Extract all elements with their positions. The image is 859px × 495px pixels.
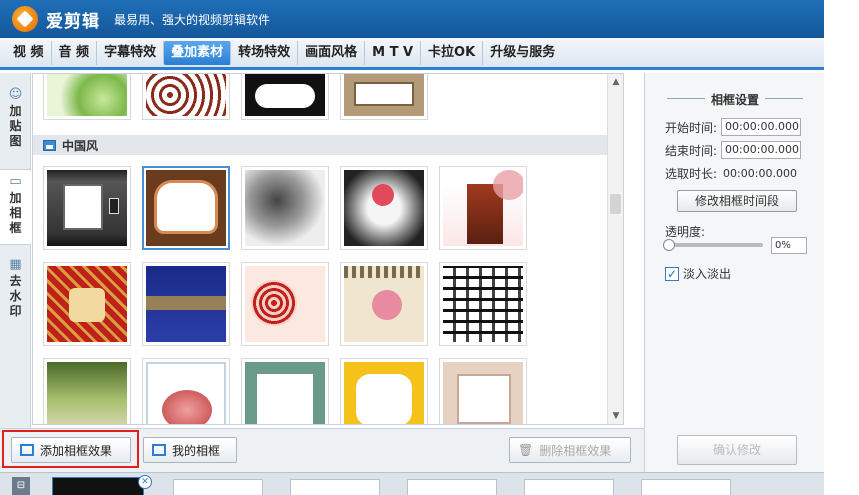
watermark-icon: ▦ xyxy=(9,257,22,272)
sidetab-watermark[interactable]: ▦ 去水印 xyxy=(0,257,31,327)
opacity-slider[interactable] xyxy=(663,239,763,251)
app-title: 爱剪辑 xyxy=(46,11,100,32)
tab-picture-style[interactable]: 画面风格 xyxy=(298,40,366,65)
timeline-slot[interactable] xyxy=(524,479,614,495)
start-time-label: 开始时间: xyxy=(665,120,718,135)
frame-gallery: 中国风 ✥ ▲ ▼ xyxy=(32,73,624,425)
tab-subtitle-effects[interactable]: 字幕特效 xyxy=(97,40,165,65)
frame-thumbnail[interactable] xyxy=(43,74,131,120)
confirm-modify-button[interactable]: 确认修改 xyxy=(677,435,797,465)
frame-settings-panel: 相框设置 开始时间: 00:00:00.000 结束时间: 00:00:00.0… xyxy=(644,73,824,472)
scroll-up-icon[interactable]: ▲ xyxy=(608,74,623,90)
end-time-row: 结束时间: 00:00:00.000 xyxy=(665,141,802,159)
sidetab-sticker-label: 加贴图 xyxy=(9,104,22,148)
delete-frame-button[interactable]: 🗑 删除相框效果 xyxy=(509,437,631,463)
trash-icon: 🗑 xyxy=(518,443,534,457)
frame-thumbnail[interactable] xyxy=(439,166,527,250)
frame-thumbnail[interactable] xyxy=(439,358,527,424)
timeline-strip: ⊟ ✕ xyxy=(0,472,824,495)
fade-checkbox[interactable]: ✓ xyxy=(665,266,679,281)
timeline-slot[interactable] xyxy=(173,479,263,495)
frame-thumbnail[interactable] xyxy=(340,358,428,424)
sticker-icon: ☺ xyxy=(8,87,23,102)
opacity-label: 透明度: xyxy=(665,225,706,239)
scroll-thumb[interactable] xyxy=(610,194,621,214)
opacity-row: 透明度: xyxy=(665,223,705,240)
tab-mtv[interactable]: M T V xyxy=(365,40,422,65)
fade-row[interactable]: ✓ 淡入淡出 xyxy=(665,265,731,282)
sidetab-watermark-label: 去水印 xyxy=(9,274,22,318)
frame-thumbnail[interactable] xyxy=(142,74,230,120)
frame-thumbnail[interactable] xyxy=(241,358,329,424)
main-menu: 视 频 音 频 字幕特效 叠加素材 转场特效 画面风格 M T V 卡拉OK 升… xyxy=(0,38,824,70)
tab-overlay-materials[interactable]: 叠加素材 xyxy=(164,40,232,65)
app-subtitle: 最易用、强大的视频剪辑软件 xyxy=(114,12,271,27)
highlight-box xyxy=(2,430,139,468)
category-header: 中国风 ✥ xyxy=(33,135,623,155)
my-frames-label: 我的相框 xyxy=(172,443,221,458)
outside-area xyxy=(824,0,859,495)
timeline-slot[interactable] xyxy=(407,479,497,495)
frame-thumbnail[interactable] xyxy=(142,358,230,424)
frame-thumbnail[interactable] xyxy=(340,262,428,346)
frame-thumbnail-selected[interactable] xyxy=(142,166,230,250)
frame-thumbnail[interactable] xyxy=(142,262,230,346)
frame-thumbnail[interactable] xyxy=(241,166,329,250)
start-time-input[interactable]: 00:00:00.000 xyxy=(721,118,802,136)
frame-thumbnail[interactable] xyxy=(340,74,428,120)
gallery-row xyxy=(43,166,527,250)
duration-label: 选取时长: xyxy=(665,167,718,181)
sidetab-frame-label: 加相框 xyxy=(9,191,22,235)
fade-label: 淡入淡出 xyxy=(683,267,732,281)
sidetab-frame[interactable]: ▭ 加相框 xyxy=(0,169,31,245)
title-bar: 爱剪辑 最易用、强大的视频剪辑软件 xyxy=(0,0,824,38)
end-time-input[interactable]: 00:00:00.000 xyxy=(721,141,802,159)
gallery-scrollbar[interactable]: ▲ ▼ xyxy=(607,74,623,424)
frame-thumbnail[interactable] xyxy=(43,262,131,346)
delete-frame-label: 删除相框效果 xyxy=(539,443,612,458)
sidetab-sticker[interactable]: ☺ 加贴图 xyxy=(0,87,31,157)
gallery-row xyxy=(43,262,527,346)
tab-audio[interactable]: 音 频 xyxy=(52,40,98,65)
frame-thumbnail[interactable] xyxy=(439,262,527,346)
opacity-slider-handle[interactable] xyxy=(663,239,675,251)
settings-title: 相框设置 xyxy=(645,91,825,108)
opacity-value[interactable]: 0% xyxy=(771,237,807,254)
tab-karaoke[interactable]: 卡拉OK xyxy=(421,40,484,65)
tab-upgrade-service[interactable]: 升级与服务 xyxy=(483,41,562,65)
app-logo-icon xyxy=(12,6,38,32)
tab-video[interactable]: 视 频 xyxy=(6,40,52,65)
frames-icon xyxy=(152,444,166,456)
frame-thumbnail[interactable] xyxy=(241,74,329,120)
side-tabs: ☺ 加贴图 ▭ 加相框 ▦ 去水印 xyxy=(0,73,31,428)
timeline-icon[interactable]: ⊟ xyxy=(12,477,30,495)
frame-thumbnail[interactable] xyxy=(43,358,131,424)
frame-thumbnail[interactable] xyxy=(43,166,131,250)
timeline-slot[interactable] xyxy=(641,479,731,495)
tab-transitions[interactable]: 转场特效 xyxy=(231,40,299,65)
scroll-down-icon[interactable]: ▼ xyxy=(608,408,623,424)
duration-value: 00:00:00.000 xyxy=(723,167,797,180)
gallery-row-top xyxy=(43,74,428,120)
category-title: 中国风 xyxy=(62,138,99,153)
frame-add-icon: ▭ xyxy=(9,174,22,189)
close-icon[interactable]: ✕ xyxy=(138,475,152,489)
frame-thumbnail[interactable] xyxy=(241,262,329,346)
end-time-label: 结束时间: xyxy=(665,143,718,158)
frame-thumbnail[interactable] xyxy=(340,166,428,250)
image-icon xyxy=(43,139,56,151)
duration-row: 选取时长: 00:00:00.000 xyxy=(665,165,797,182)
gallery-row xyxy=(43,358,527,424)
timeline-clip-selected[interactable] xyxy=(52,477,144,495)
my-frames-button[interactable]: 我的相框 xyxy=(143,437,237,463)
timeline-slot[interactable] xyxy=(290,479,380,495)
modify-time-button[interactable]: 修改相框时间段 xyxy=(677,190,797,212)
start-time-row: 开始时间: 00:00:00.000 xyxy=(665,118,802,136)
